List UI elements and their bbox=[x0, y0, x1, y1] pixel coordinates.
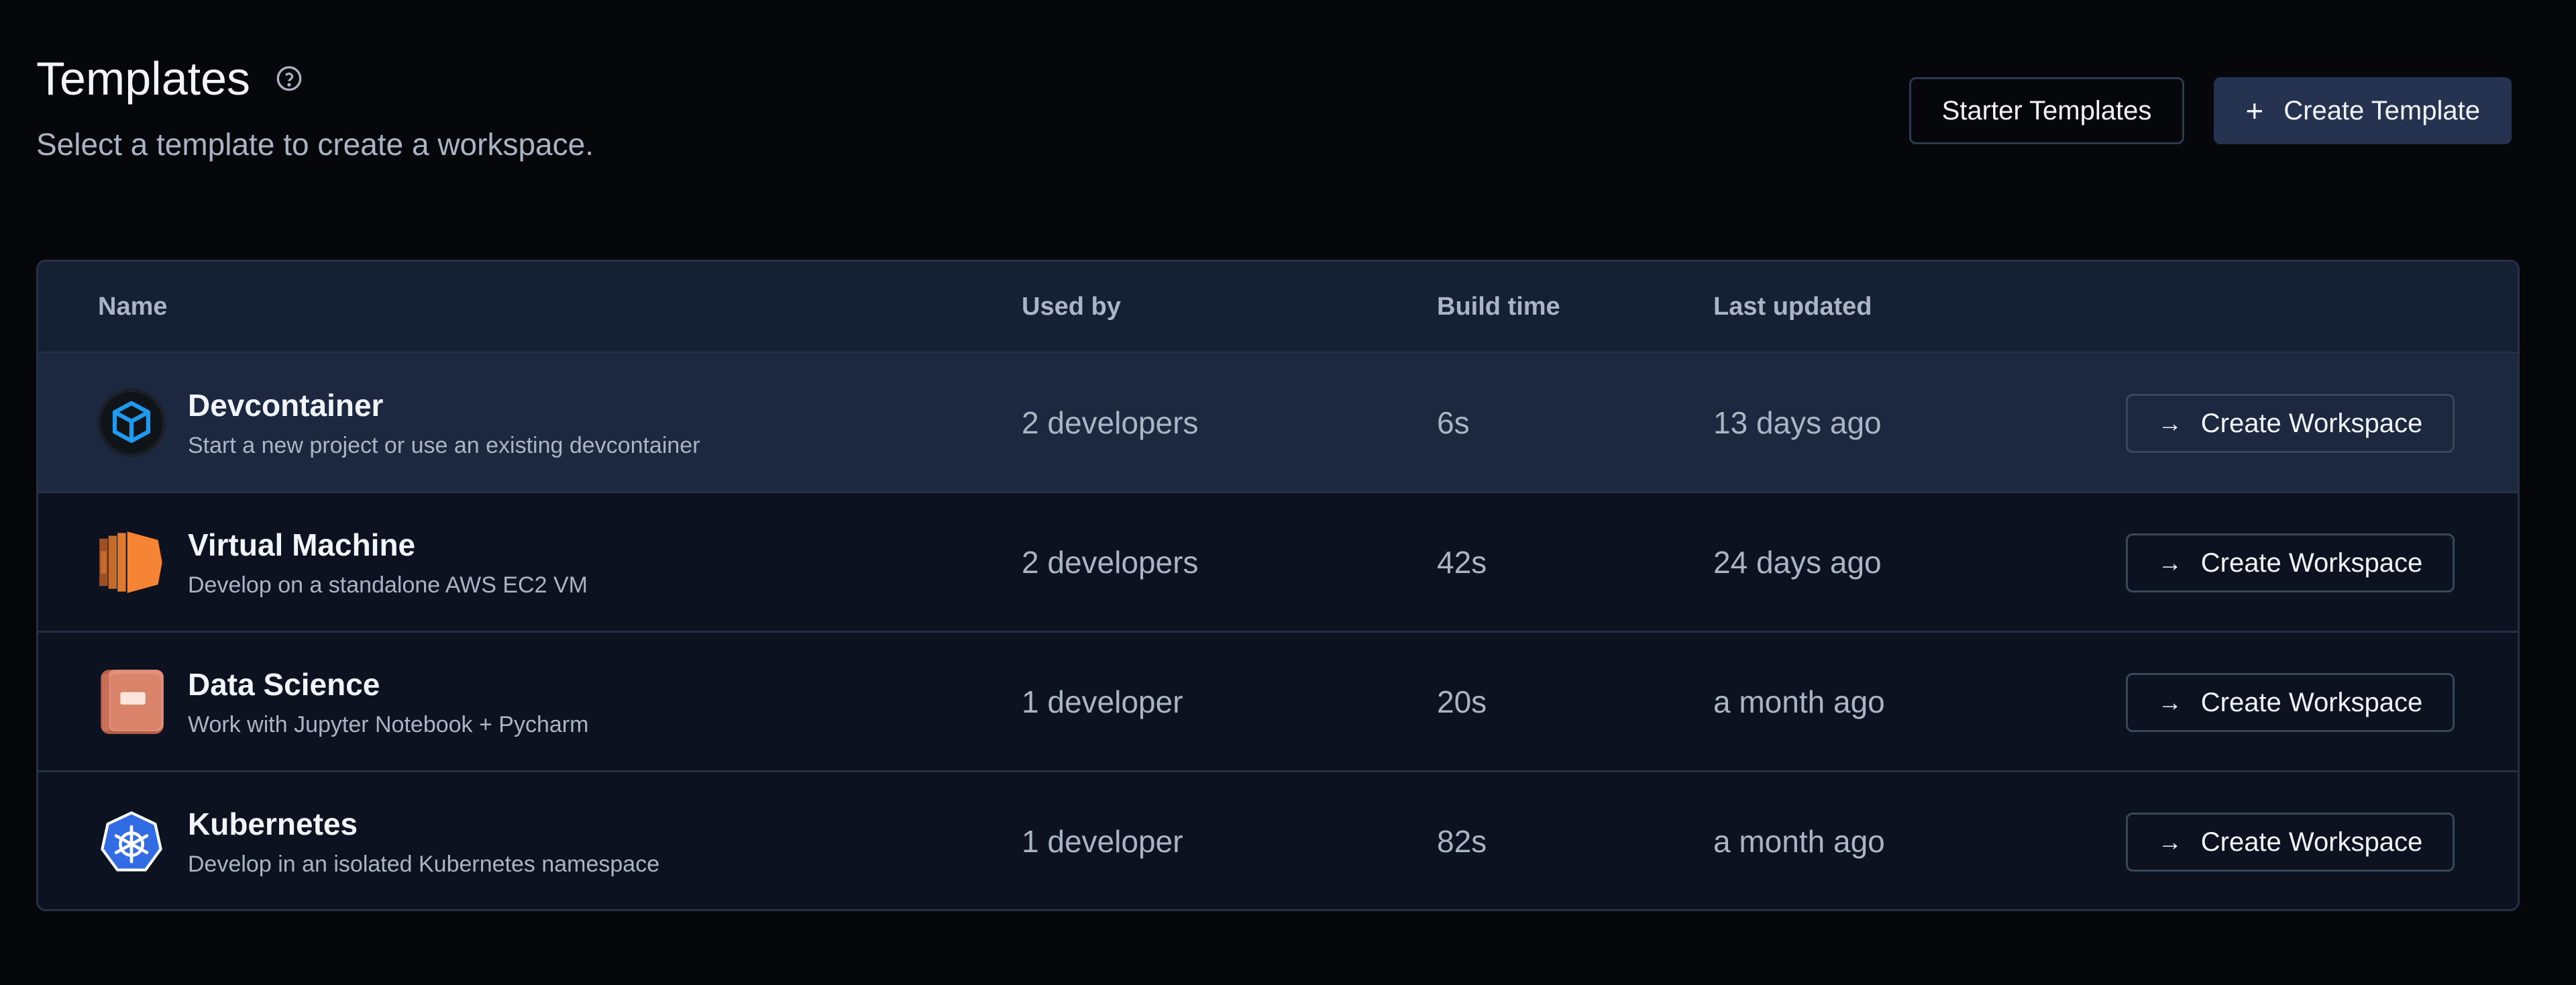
starter-templates-button[interactable]: Starter Templates bbox=[1909, 77, 2185, 144]
create-workspace-button[interactable]: → Create Workspace bbox=[2126, 673, 2455, 732]
page-title: Templates bbox=[36, 52, 251, 105]
template-name-block: Devcontainer Start a new project or use … bbox=[188, 387, 700, 459]
page-header: Templates Select a template to create a … bbox=[36, 55, 594, 162]
create-template-button[interactable]: + Create Template bbox=[2214, 77, 2512, 144]
build-time-value: 6s bbox=[1437, 405, 1470, 440]
aws-ec2-icon bbox=[97, 527, 166, 597]
template-name: Kubernetes bbox=[188, 807, 358, 841]
build-time-value: 20s bbox=[1437, 684, 1487, 719]
templates-table: Name Used by Build time Last updated Dev… bbox=[36, 260, 2520, 911]
column-header-name: Name bbox=[98, 292, 168, 321]
template-name-block: Kubernetes Develop in an isolated Kubern… bbox=[188, 806, 659, 878]
table-row[interactable]: Virtual Machine Develop on a standalone … bbox=[38, 493, 2518, 633]
create-workspace-label: Create Workspace bbox=[2200, 827, 2423, 857]
arrow-right-icon: → bbox=[2157, 828, 2182, 856]
create-workspace-label: Create Workspace bbox=[2200, 548, 2423, 578]
table-row[interactable]: Data Science Work with Jupyter Notebook … bbox=[38, 633, 2518, 772]
template-name: Virtual Machine bbox=[188, 527, 416, 562]
template-name-block: Virtual Machine Develop on a standalone … bbox=[188, 527, 588, 599]
build-time-value: 42s bbox=[1437, 544, 1487, 580]
used-by-value: 1 developer bbox=[1022, 684, 1183, 719]
table-row[interactable]: Devcontainer Start a new project or use … bbox=[38, 354, 2518, 493]
create-template-label: Create Template bbox=[2284, 95, 2480, 125]
help-icon[interactable] bbox=[276, 65, 303, 92]
used-by-value: 2 developers bbox=[1022, 405, 1199, 440]
template-description: Work with Jupyter Notebook + Pycharm bbox=[188, 712, 589, 737]
notebook-icon bbox=[97, 667, 166, 737]
create-workspace-label: Create Workspace bbox=[2200, 687, 2423, 717]
arrow-right-icon: → bbox=[2157, 688, 2182, 716]
used-by-value: 2 developers bbox=[1022, 544, 1199, 580]
template-name: Data Science bbox=[188, 667, 380, 702]
template-description: Start a new project or use an existing d… bbox=[188, 433, 700, 458]
column-header-used-by: Used by bbox=[1022, 292, 1121, 321]
header-actions: Starter Templates + Create Template bbox=[1909, 77, 2512, 144]
create-workspace-button[interactable]: → Create Workspace bbox=[2126, 394, 2455, 453]
last-updated-value: a month ago bbox=[1713, 684, 1885, 719]
last-updated-value: 13 days ago bbox=[1713, 405, 1882, 440]
build-time-value: 82s bbox=[1437, 823, 1487, 859]
page-subtitle: Select a template to create a workspace. bbox=[36, 127, 594, 162]
template-description: Develop on a standalone AWS EC2 VM bbox=[188, 572, 588, 598]
template-description: Develop in an isolated Kubernetes namesp… bbox=[188, 851, 660, 877]
last-updated-value: a month ago bbox=[1713, 823, 1885, 859]
last-updated-value: 24 days ago bbox=[1713, 544, 1882, 580]
column-header-last-updated: Last updated bbox=[1713, 292, 1872, 321]
used-by-value: 1 developer bbox=[1022, 823, 1183, 859]
table-row[interactable]: Kubernetes Develop in an isolated Kubern… bbox=[38, 772, 2518, 909]
devcontainer-cube-icon bbox=[97, 388, 166, 458]
create-workspace-label: Create Workspace bbox=[2200, 408, 2423, 438]
template-name: Devcontainer bbox=[188, 388, 384, 423]
template-name-block: Data Science Work with Jupyter Notebook … bbox=[188, 666, 588, 738]
arrow-right-icon: → bbox=[2157, 549, 2182, 576]
arrow-right-icon: → bbox=[2157, 409, 2182, 437]
plus-icon: + bbox=[2245, 93, 2264, 128]
column-header-build-time: Build time bbox=[1437, 292, 1560, 321]
table-header: Name Used by Build time Last updated bbox=[38, 262, 2518, 354]
create-workspace-button[interactable]: → Create Workspace bbox=[2126, 533, 2455, 592]
kubernetes-icon bbox=[97, 807, 166, 877]
create-workspace-button[interactable]: → Create Workspace bbox=[2126, 813, 2455, 872]
